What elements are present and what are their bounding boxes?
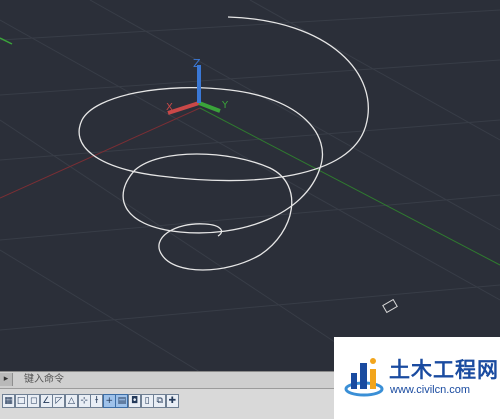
x-axis-line [0,107,201,199]
selection-cycling-toggle-button[interactable]: ⧉ [153,394,167,408]
drawing-viewport[interactable]: Z X Y [0,0,500,372]
quick-properties-toggle-button[interactable]: ▯ [140,394,154,408]
annotation-monitor-icon: ✚ [168,396,177,406]
viewport-canvas[interactable]: Z X Y [0,0,500,372]
watermark-title: 土木工程网 [389,358,499,382]
3d-object-snap-icon: △ [68,396,75,406]
dynamic-input-icon: + [105,396,114,406]
selection-cycling-icon: ⧉ [156,396,163,406]
ortho-mode-toggle-button[interactable]: ◻ [27,394,41,408]
grid-display-icon: □ [16,396,26,406]
small-rectangle-object[interactable] [382,298,398,314]
command-prompt-input[interactable]: 键入命令 [24,373,64,387]
dynamic-input-toggle-button[interactable]: + [102,394,116,408]
dynamic-ucs-icon: ɫ [94,396,99,406]
snap-mode-toggle-button[interactable]: ▦ [2,394,15,408]
grid-display-toggle-button[interactable]: □ [14,394,28,408]
helix-curve[interactable] [78,16,369,271]
lineweight-toggle-button[interactable]: ▤ [115,394,129,408]
watermark-url: www.civilcn.com [390,384,471,396]
3d-object-snap-toggle-button[interactable]: △ [65,394,78,408]
ucs-z-label: Z [193,57,201,70]
polar-tracking-icon: ∠ [42,396,51,406]
ucs-x-label: X [166,102,173,113]
civilcn-logo-icon [344,358,384,397]
ucs-icon: Z X Y [166,57,229,115]
object-snap-tracking-icon: ⊹ [80,396,88,406]
transparency-toggle-button[interactable]: ◘ [128,394,141,408]
ucs-y-label: Y [221,100,229,111]
quick-properties-icon: ▯ [144,396,150,406]
annotation-monitor-toggle-button[interactable]: ✚ [165,394,179,408]
lineweight-icon: ▤ [117,396,127,406]
object-snap-toggle-button[interactable]: ◸ [52,394,66,408]
grid [0,0,500,372]
polar-tracking-toggle-button[interactable]: ∠ [39,394,53,408]
snap-mode-icon: ▦ [4,396,13,406]
autocad-window: Z X Y ▸ 键入命令 ▦ □ ◻ ∠ ◸ △ ⊹ ɫ + ▤ ◘ ▯ ⧉ ✚ 土木工程网 www.ci… [0,0,500,419]
watermark: 土木工程网 www.civilcn.com [334,337,500,419]
dynamic-ucs-toggle-button[interactable]: ɫ [90,394,104,408]
object-snap-icon: ◸ [55,396,63,406]
ortho-mode-icon: ◻ [29,396,38,406]
transparency-icon: ◘ [130,396,139,406]
command-history-arrow-icon[interactable]: ▸ [0,373,13,386]
object-snap-tracking-toggle-button[interactable]: ⊹ [77,394,91,408]
